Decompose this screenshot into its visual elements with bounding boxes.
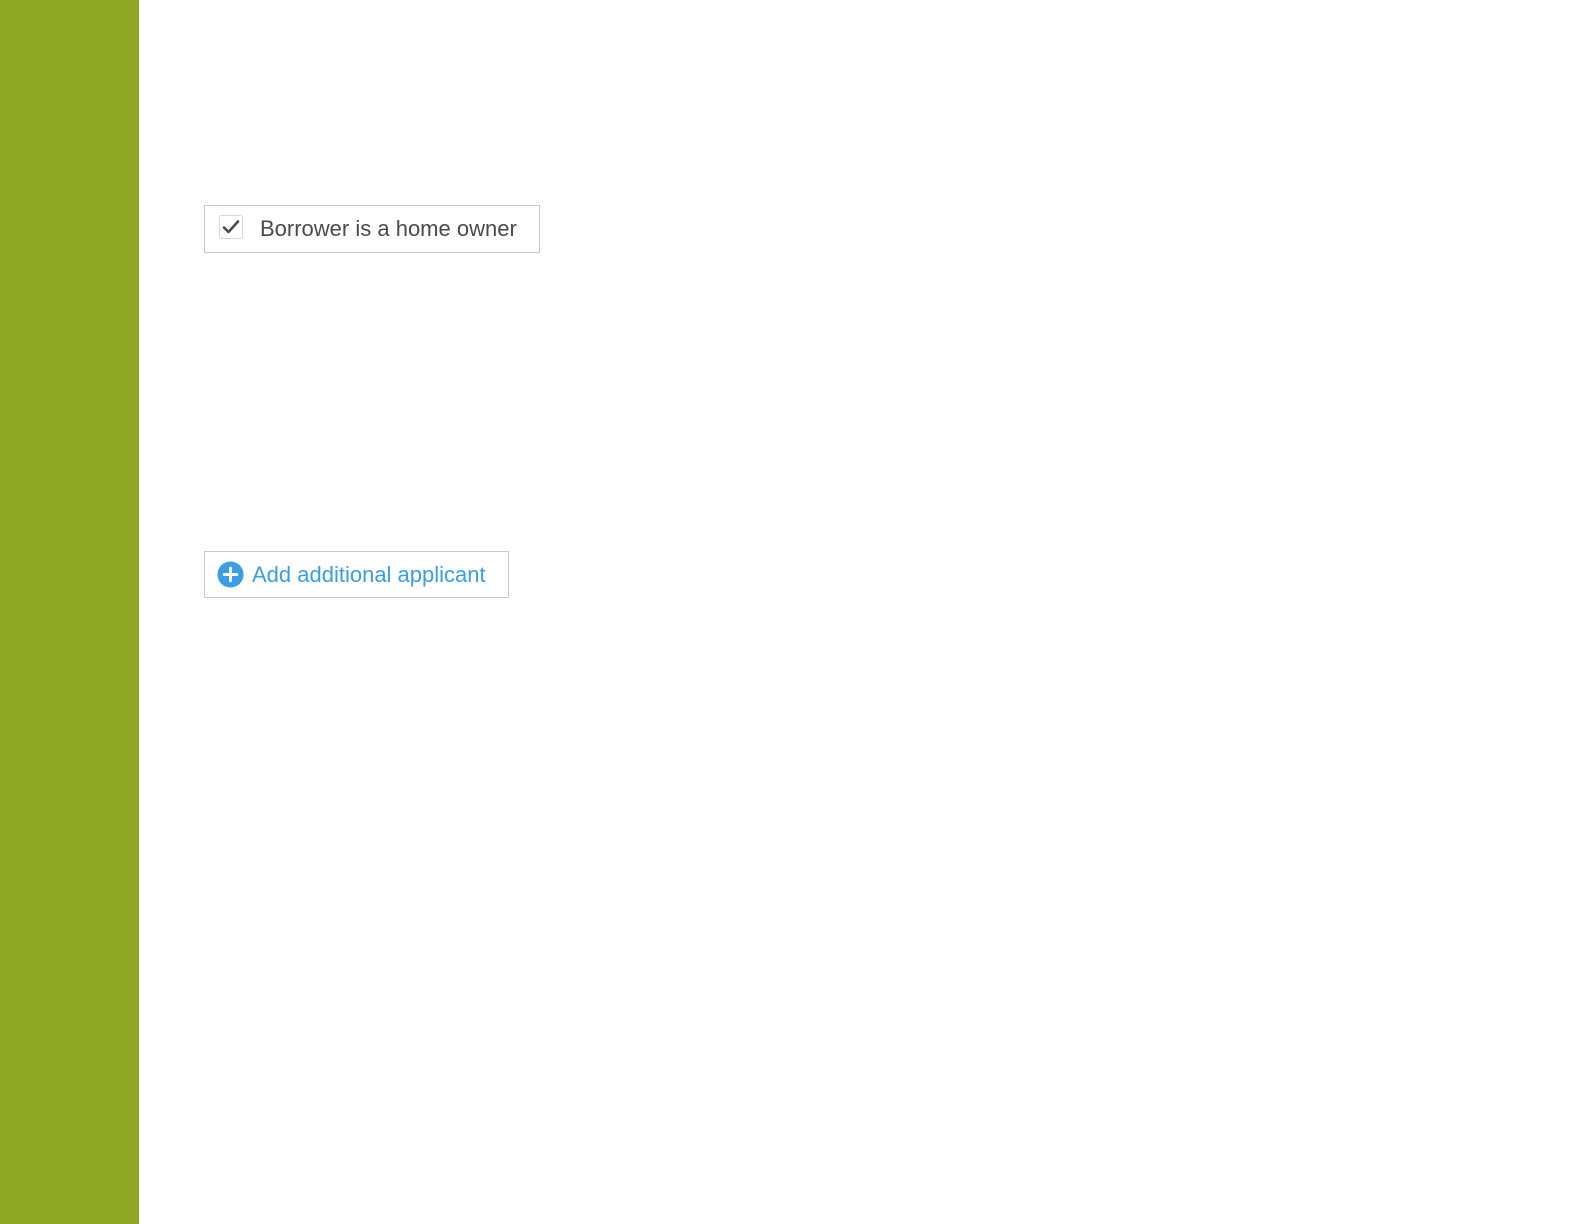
home-owner-label: Borrower is a home owner bbox=[260, 216, 517, 241]
sidebar bbox=[0, 0, 139, 1224]
page: Borrower is a home owner Add additional … bbox=[0, 0, 1584, 1224]
home-owner-checkbox-field[interactable]: Borrower is a home owner bbox=[204, 205, 540, 253]
main-content: Borrower is a home owner Add additional … bbox=[139, 0, 1584, 1224]
add-additional-applicant-button[interactable]: Add additional applicant bbox=[204, 551, 509, 598]
checkmark-icon bbox=[222, 220, 240, 234]
add-applicant-label: Add additional applicant bbox=[252, 561, 486, 587]
home-owner-checkbox[interactable] bbox=[219, 215, 243, 239]
plus-circle-icon bbox=[217, 561, 244, 588]
